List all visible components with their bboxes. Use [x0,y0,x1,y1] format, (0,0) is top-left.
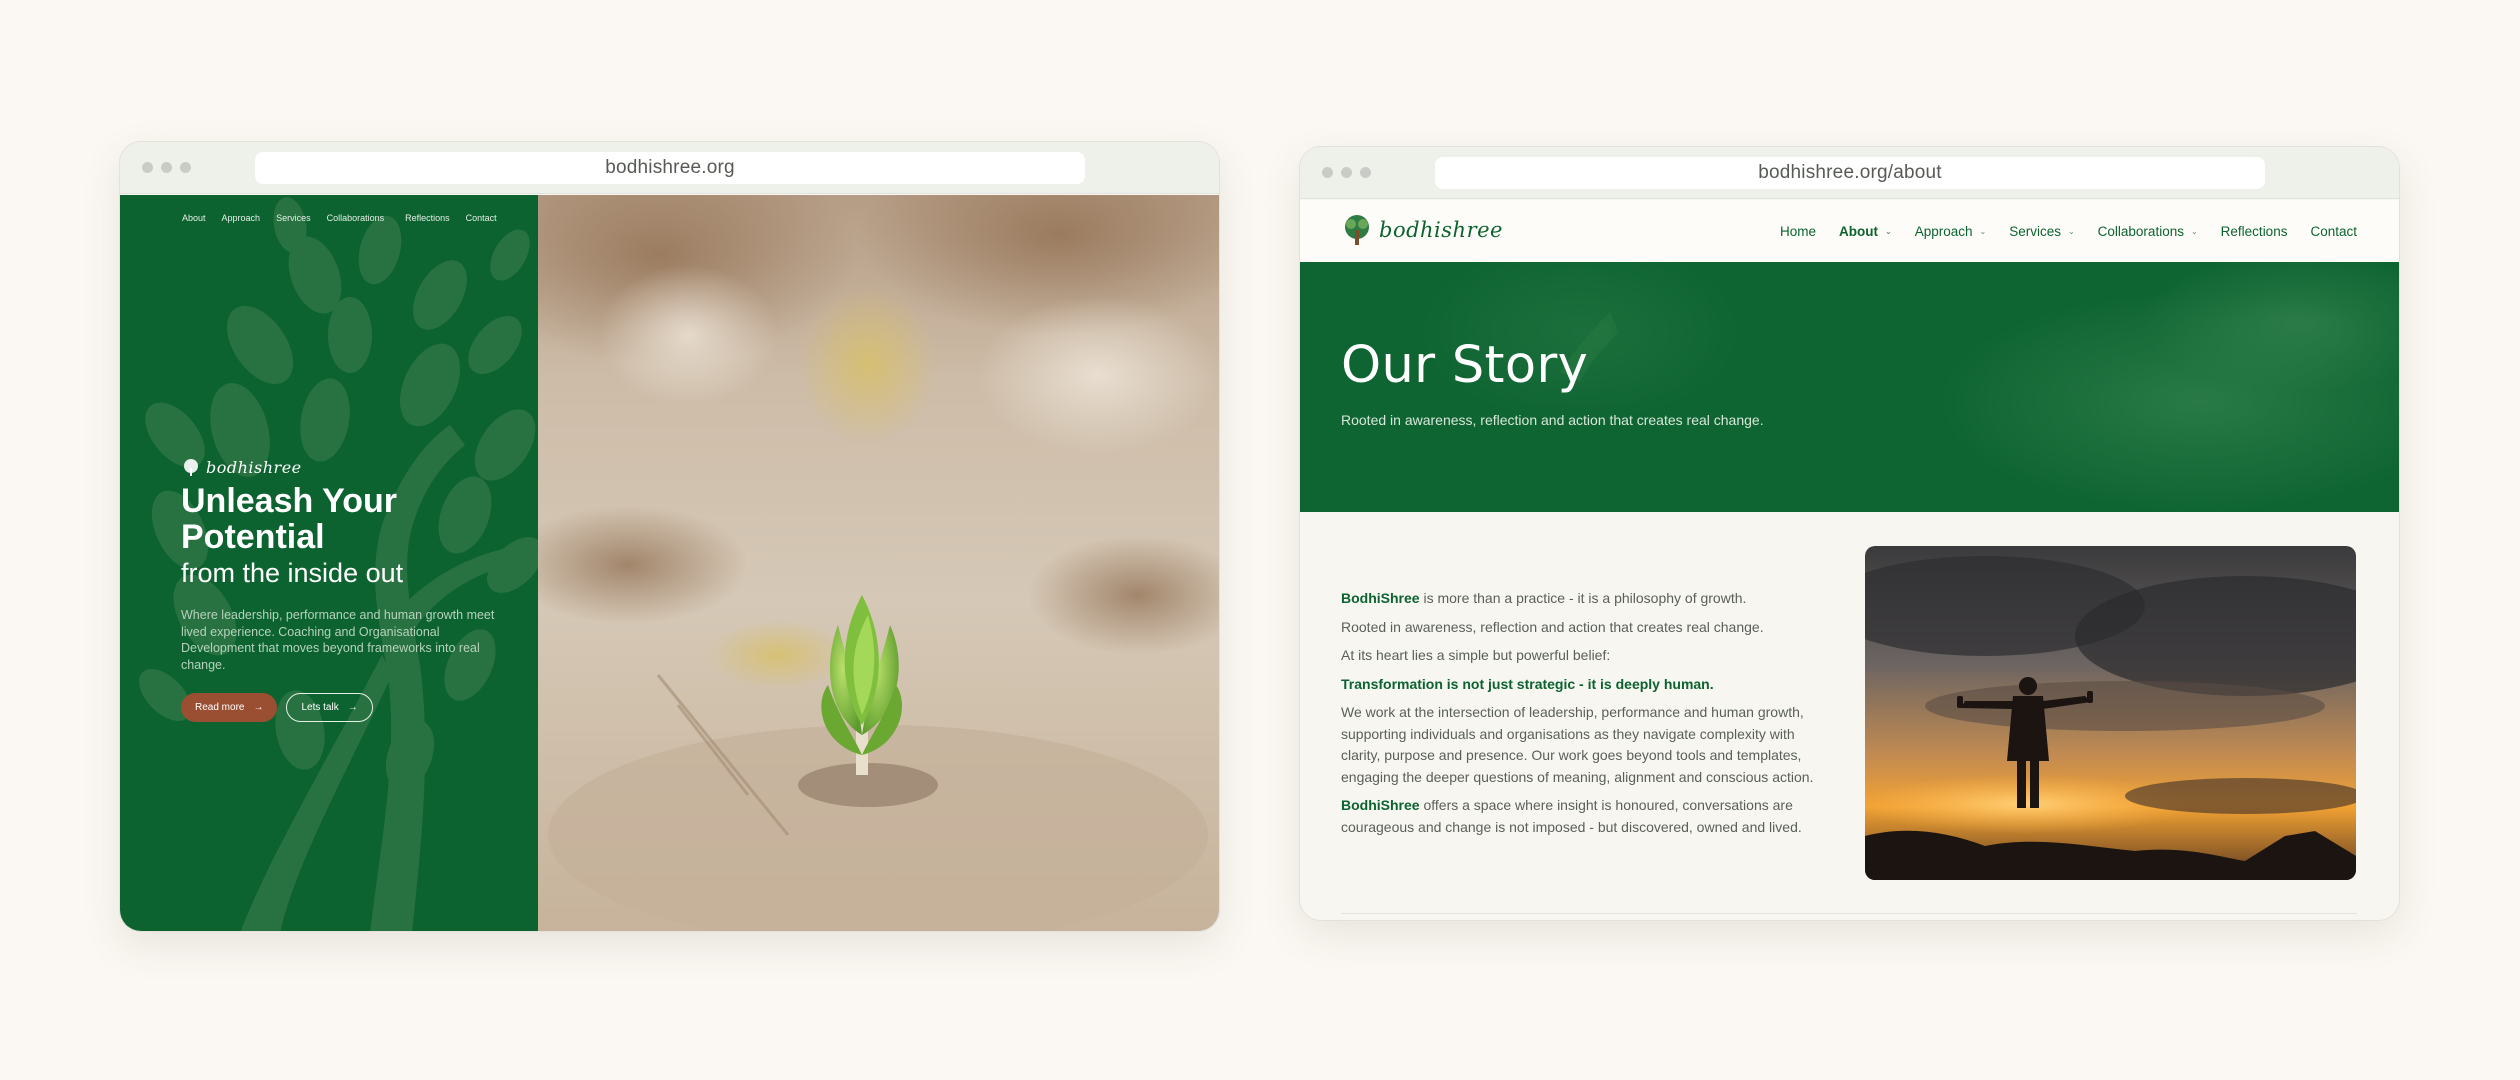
browser-window-home: bodhishree.org About Approach Services C… [119,141,1220,932]
key-belief: Transformation is not just strategic - i… [1341,675,1714,692]
browser-toolbar: bodhishree.org [120,142,1219,194]
hero-headline: Unleash Your Potential [181,482,398,556]
tree-logo-icon [1345,215,1369,245]
nav-home[interactable]: Home [1780,224,1816,239]
lets-talk-button[interactable]: Lets talk → [286,693,373,722]
brand-name: BodhiShree [1341,797,1420,813]
nav-reflections[interactable]: Reflections [2221,224,2288,239]
paragraph-text: is more than a practice - it is a philos… [1419,590,1747,606]
minimize-dot[interactable] [1341,167,1352,178]
nav-collaborations[interactable]: Collaborations ⌄ [2098,224,2198,239]
nav-services-label: Services [2009,223,2061,239]
hero-subheadline: from the inside out [181,558,404,588]
read-more-label: Read more [195,702,245,713]
read-more-button[interactable]: Read more → [181,693,278,722]
story-paragraph: BodhiShree offers a space where insight … [1341,795,1826,838]
chevron-down-icon: ⌄ [2190,226,2198,236]
nav-about-label: About [1839,223,1878,239]
address-bar[interactable]: bodhishree.org/about [1435,157,2265,189]
logo[interactable]: bodhishree [181,458,302,477]
sprout-photo [538,195,1219,931]
chevron-down-icon: ⌄ [1979,226,1987,236]
tree-logo-icon [184,458,198,476]
nav-about[interactable]: About ⌄ [1839,224,1892,239]
hero-panel: About Approach Services Collaborations R… [120,195,538,931]
close-dot[interactable] [142,162,153,173]
story-section: BodhiShree is more than a practice - it … [1300,512,2399,920]
nav-approach[interactable]: Approach [222,213,261,223]
page-title: Our Story [1341,336,1589,395]
brand-name: BodhiShree [1341,590,1420,606]
section-divider [1341,913,2357,914]
nav-about[interactable]: About [182,213,206,223]
main-navigation: Home About ⌄ Approach ⌄ Services ⌄ Colla… [1780,200,2357,262]
nav-collaborations-label: Collaborations [2097,223,2184,239]
nav-reflections[interactable]: Reflections [405,213,450,223]
hero-actions: Read more → Lets talk → [181,693,373,722]
maximize-dot[interactable] [180,162,191,173]
story-text: BodhiShree is more than a practice - it … [1341,588,1826,845]
window-controls [142,162,191,173]
story-paragraph: BodhiShree is more than a practice - it … [1341,588,1826,610]
nav-approach-label: Approach [1914,223,1973,239]
top-navigation: About Approach Services Collaborations R… [182,213,497,223]
logo[interactable]: bodhishree [1340,214,1503,246]
nav-services[interactable]: Services ⌄ [2009,224,2074,239]
address-bar[interactable]: bodhishree.org [255,152,1085,184]
lets-talk-label: Lets talk [301,702,339,713]
silhouette-sunset-photo [1865,546,2356,880]
logo-text: bodhishree [1379,218,1503,242]
browser-window-about: bodhishree.org/about bodhishree Home Abo… [1299,146,2400,921]
story-paragraph: We work at the intersection of leadershi… [1341,704,1814,785]
browser-toolbar: bodhishree.org/about [1300,147,2399,199]
chevron-down-icon: ⌄ [1884,226,1892,236]
story-paragraph: At its heart lies a simple but powerful … [1341,647,1611,663]
nav-approach[interactable]: Approach ⌄ [1915,224,1987,239]
window-controls [1322,167,1371,178]
minimize-dot[interactable] [161,162,172,173]
nav-services[interactable]: Services [276,213,311,223]
nav-collaborations[interactable]: Collaborations [327,213,385,223]
nav-contact[interactable]: Contact [466,213,497,223]
logo-text: bodhishree [206,458,302,477]
page-subtitle: Rooted in awareness, reflection and acti… [1341,412,1764,428]
story-paragraph: Rooted in awareness, reflection and acti… [1341,618,1764,635]
chevron-down-icon: ⌄ [2067,226,2075,236]
arrow-right-icon: → [347,702,358,713]
nav-contact[interactable]: Contact [2310,224,2357,239]
page-banner: Our Story Rooted in awareness, reflectio… [1300,262,2399,512]
maximize-dot[interactable] [1360,167,1371,178]
arrow-right-icon: → [253,702,264,713]
site-header: bodhishree Home About ⌄ Approach ⌄ Servi… [1300,200,2399,262]
hero-description: Where leadership, performance and human … [181,608,495,672]
close-dot[interactable] [1322,167,1333,178]
